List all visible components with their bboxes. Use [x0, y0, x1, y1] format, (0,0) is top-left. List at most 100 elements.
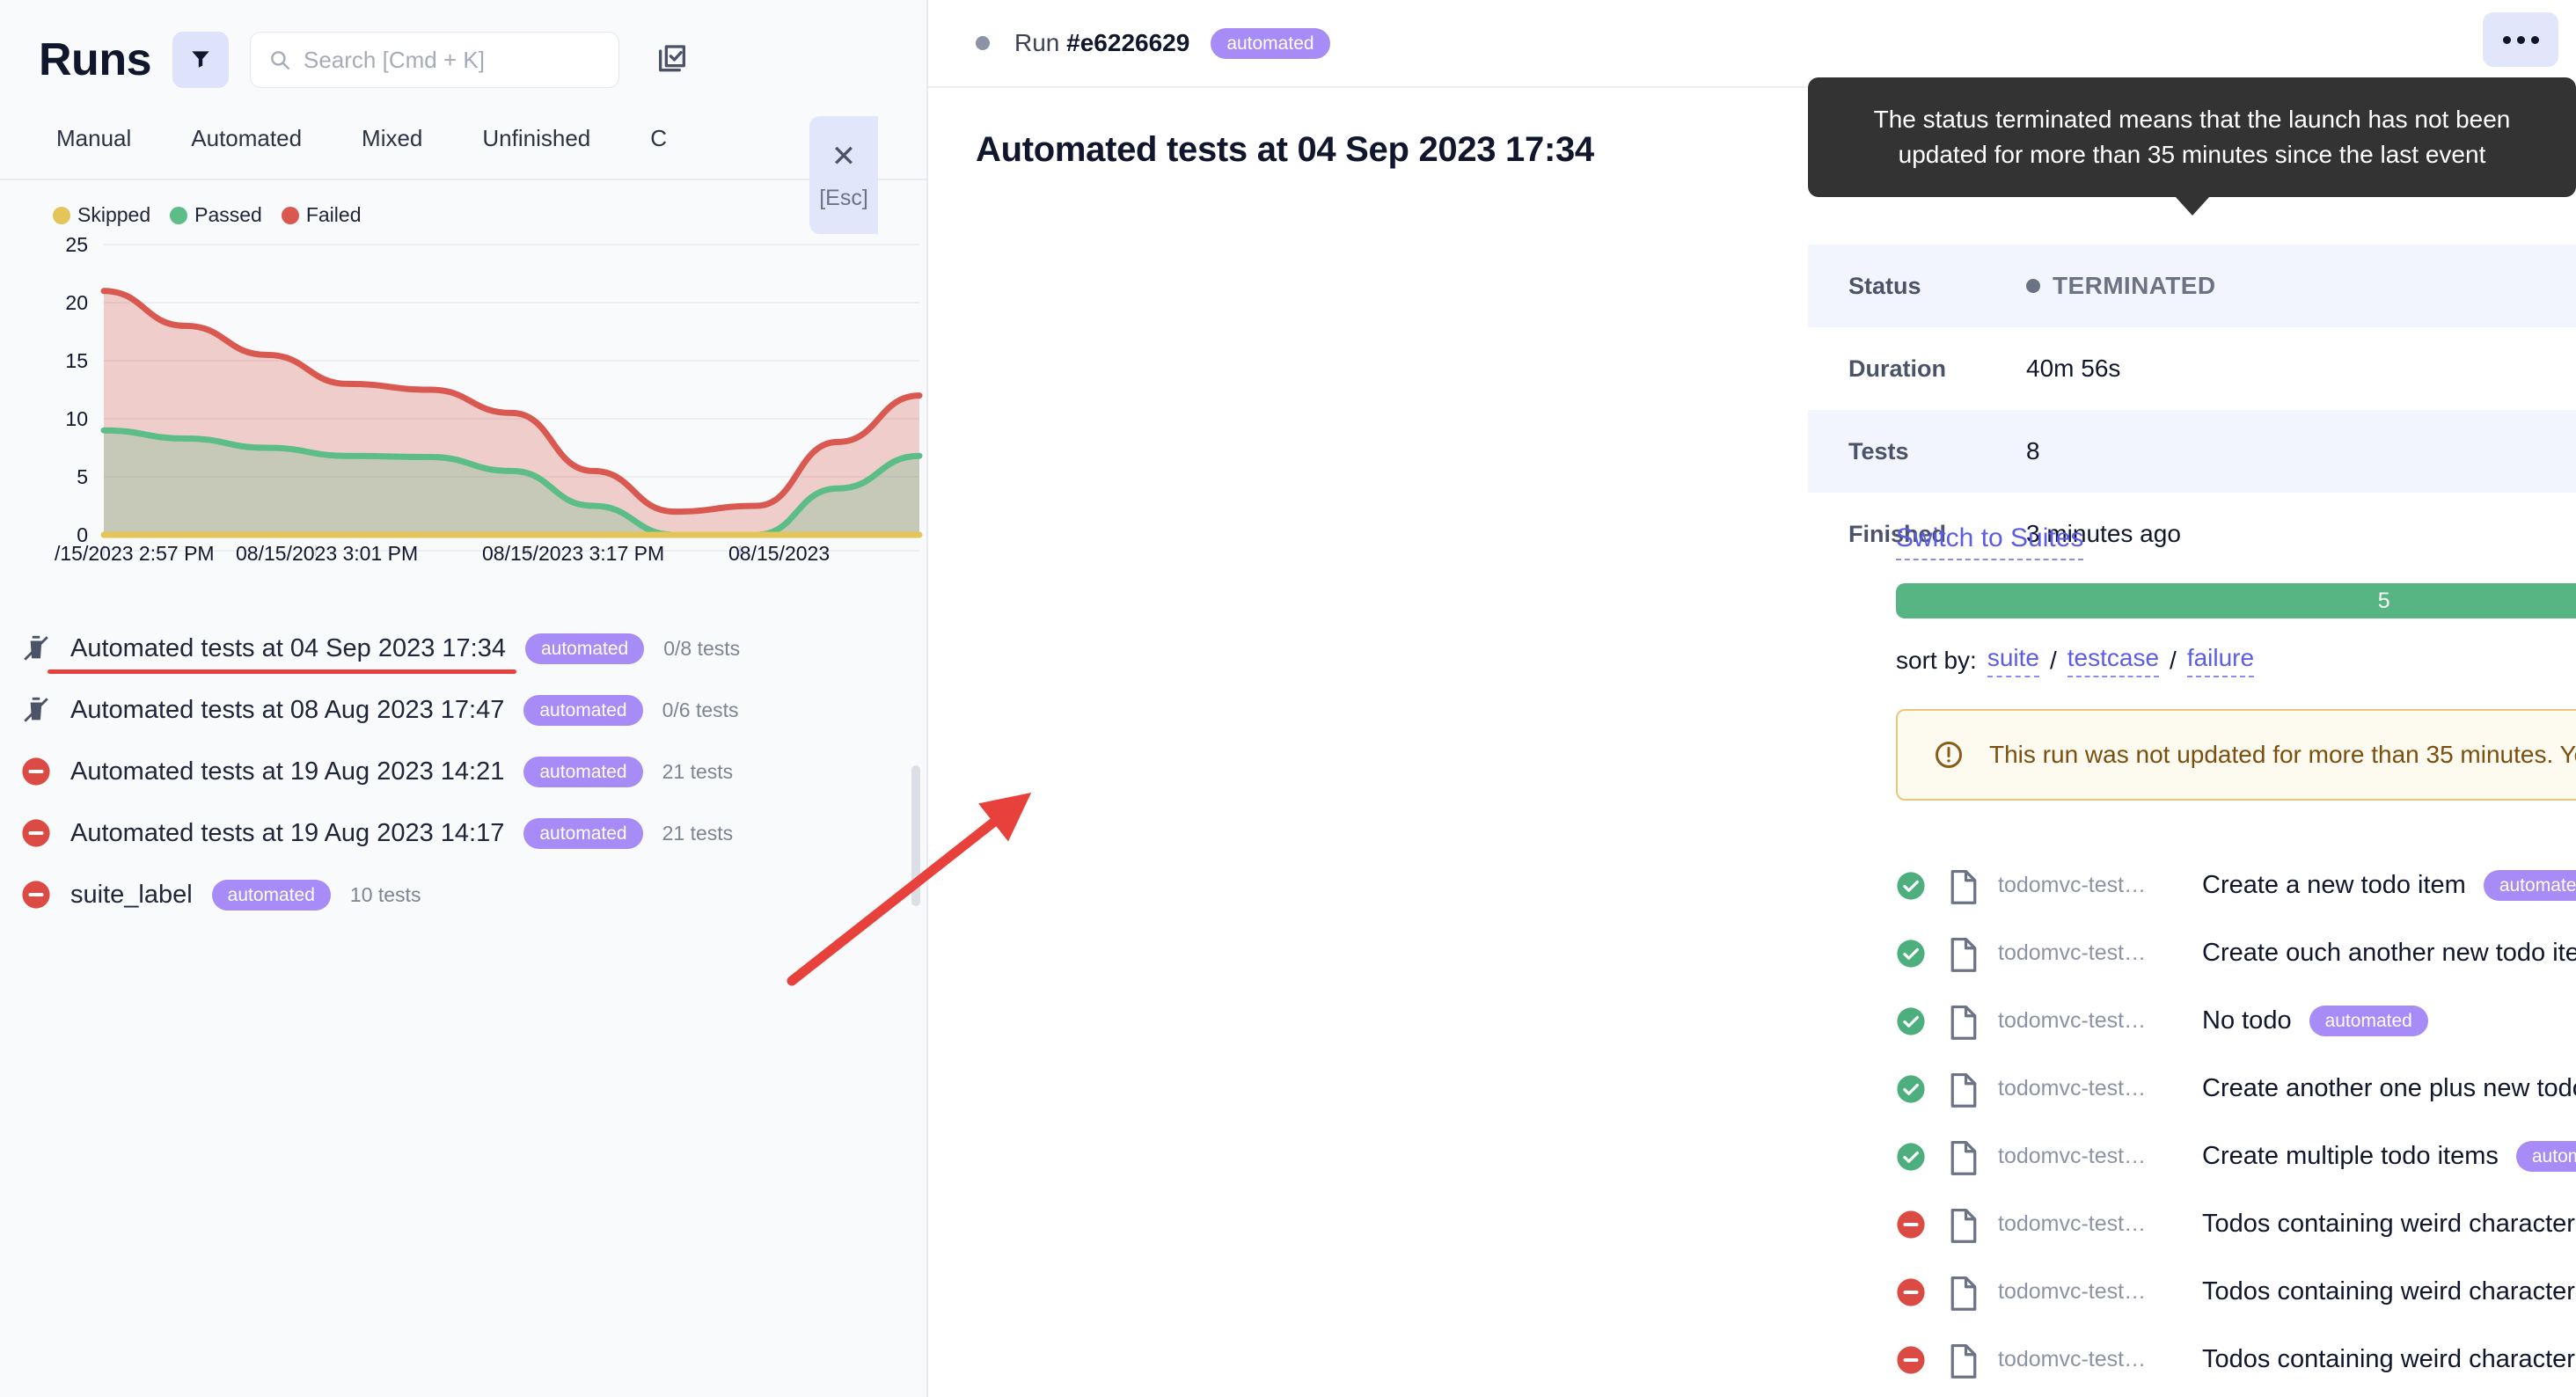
switch-to-suites-link[interactable]: Switch to Suites: [1896, 523, 2084, 560]
tab-automated[interactable]: Automated: [161, 125, 332, 152]
list-item[interactable]: Automated tests at 19 Aug 2023 14:21 aut…: [0, 741, 926, 802]
list-item[interactable]: Automated tests at 08 Aug 2023 17:47 aut…: [0, 679, 926, 741]
test-suite-name: todomvc-test…: [1998, 1211, 2147, 1236]
tab-unfinished[interactable]: Unfinished: [452, 125, 620, 152]
test-case-name: Create another one plus new todo item: [2202, 1074, 2576, 1102]
sort-by-failure[interactable]: failure: [2186, 644, 2255, 677]
failed-icon: [21, 880, 51, 910]
terminated-icon: [21, 633, 51, 663]
status-tooltip: The status terminated means that the lau…: [1808, 77, 2576, 215]
alert-circle-icon: [1933, 739, 1965, 771]
test-suite-name: todomvc-test…: [1998, 873, 2147, 897]
sort-separator: /: [2170, 647, 2177, 674]
test-case-name: No todo: [2202, 1006, 2292, 1035]
test-results-progress-bar: 5 3: [1896, 583, 2576, 618]
search-input[interactable]: Search [Cmd + K]: [250, 32, 619, 88]
sort-by-testcase[interactable]: testcase: [2067, 644, 2160, 677]
runs-sidebar: Runs Search [Cmd + K] Manual Automated M…: [0, 0, 928, 1397]
chart-svg: 0510152025: [65, 236, 923, 556]
test-suite-name: todomvc-test…: [1998, 1279, 2147, 1304]
info-value: 8: [2026, 437, 2040, 464]
run-status-dot-icon: [976, 36, 990, 50]
passed-icon: [1896, 939, 1926, 969]
info-key: Duration: [1848, 355, 1946, 382]
file-icon: [1949, 1276, 1979, 1311]
x-tick-1: 08/15/2023 3:01 PM: [236, 542, 419, 565]
run-test-count: 10 tests: [349, 882, 421, 906]
legend-item-skipped: Skipped: [53, 203, 150, 227]
run-name: Automated tests at 19 Aug 2023 14:17: [70, 818, 505, 847]
test-case-name: Todos containing weird characters: [2202, 1345, 2576, 1373]
checklist-copy-icon[interactable]: [655, 42, 690, 77]
search-placeholder: Search [Cmd + K]: [304, 46, 485, 73]
table-row: Tests 8: [1808, 410, 2576, 493]
info-key: Tests: [1848, 437, 1909, 464]
legend-item-failed: Failed: [281, 203, 362, 227]
svg-text:10: 10: [65, 407, 88, 430]
run-name: Automated tests at 19 Aug 2023 14:21: [70, 757, 505, 786]
tab-manual[interactable]: Manual: [26, 125, 161, 152]
status-badge: automated: [211, 879, 331, 911]
file-icon: [1949, 1343, 1979, 1379]
list-item[interactable]: Automated tests at 19 Aug 2023 14:17 aut…: [0, 802, 926, 864]
failed-icon: [21, 757, 51, 786]
tab-custom[interactable]: C: [620, 125, 697, 152]
test-suite-name: todomvc-test…: [1998, 1076, 2147, 1101]
test-case-name: Create multiple todo items: [2202, 1142, 2499, 1170]
table-row[interactable]: todomvc-test… Todos containing weird char…: [1896, 1326, 2576, 1393]
sort-by-suite[interactable]: suite: [1987, 644, 2039, 677]
sidebar-scrollbar[interactable]: [911, 765, 920, 906]
test-case-name: Create ouch another new todo item: [2202, 939, 2576, 967]
table-row[interactable]: todomvc-test… Todos containing weird char…: [1896, 1258, 2576, 1326]
terminated-icon: [21, 695, 51, 725]
file-icon: [1949, 1208, 1979, 1243]
runs-list: Automated tests at 04 Sep 2023 17:34 aut…: [0, 588, 926, 925]
close-panel-button[interactable]: ✕ [Esc]: [809, 116, 878, 234]
run-prefix: Run: [1014, 29, 1067, 56]
run-name: Automated tests at 08 Aug 2023 17:47: [70, 695, 505, 724]
timeout-warning-banner: This run was not updated for more than 3…: [1896, 709, 2576, 801]
table-row[interactable]: todomvc-test… Create a new todo item autom…: [1896, 852, 2576, 919]
failed-icon: [21, 818, 51, 848]
info-value: TERMINATED: [2026, 272, 2215, 300]
list-item[interactable]: suite_label automated 10 tests: [0, 864, 926, 925]
sort-by-label: sort by:: [1896, 647, 1977, 674]
test-case-name: Todos containing weird characters: [2202, 1210, 2576, 1238]
test-suite-name: todomvc-test…: [1998, 1008, 2147, 1033]
run-detail-panel: Run #e6226629 automated Automated tests …: [928, 0, 2576, 1397]
svg-text:20: 20: [65, 291, 88, 314]
filter-button[interactable]: [172, 32, 229, 88]
table-row[interactable]: todomvc-test… Todos containing weird char…: [1896, 1190, 2576, 1258]
table-row[interactable]: todomvc-test… Create ouch another new tod…: [1896, 919, 2576, 987]
list-item[interactable]: Automated tests at 04 Sep 2023 17:34 aut…: [0, 618, 926, 679]
table-row: Duration 40m 56s: [1808, 327, 2576, 410]
more-options-icon[interactable]: [2483, 12, 2558, 67]
sidebar-header: Runs Search [Cmd + K]: [0, 0, 926, 88]
failed-icon: [1896, 1345, 1926, 1375]
tab-mixed[interactable]: Mixed: [332, 125, 452, 152]
table-row[interactable]: todomvc-test…No todoautomated118 ms: [1896, 987, 2576, 1055]
test-suite-name: todomvc-test…: [1998, 1347, 2147, 1371]
run-id-label: Run #e6226629: [1014, 29, 1189, 57]
file-icon: [1949, 1005, 1979, 1040]
svg-text:15: 15: [65, 349, 88, 372]
info-value: 40m 56s: [2026, 355, 2121, 382]
passed-icon: [1896, 871, 1926, 901]
run-type-tabs: Manual Automated Mixed Unfinished C: [0, 125, 926, 180]
run-detail-header: Run #e6226629 automated: [928, 0, 2576, 88]
status-badge: automated: [523, 694, 643, 726]
legend-label-passed: Passed: [194, 203, 262, 226]
test-suite-name: todomvc-test…: [1998, 940, 2147, 965]
table-row[interactable]: todomvc-test… Create another one plus new…: [1896, 1055, 2576, 1123]
status-dot-icon: [2026, 279, 2040, 293]
passed-icon: [1896, 1142, 1926, 1172]
test-type-badge: automated: [2309, 1006, 2428, 1036]
passed-icon: [1896, 1006, 1926, 1036]
table-row[interactable]: todomvc-test… Create multiple todo items a…: [1896, 1123, 2576, 1190]
failed-icon: [1896, 1210, 1926, 1240]
legend-label-failed: Failed: [305, 203, 362, 226]
warning-message: This run was not updated for more than 3…: [1989, 741, 2576, 768]
run-type-badge: automated: [1211, 27, 1330, 59]
status-badge: automated: [524, 633, 645, 664]
progress-passed-segment: 5: [1896, 583, 2576, 618]
